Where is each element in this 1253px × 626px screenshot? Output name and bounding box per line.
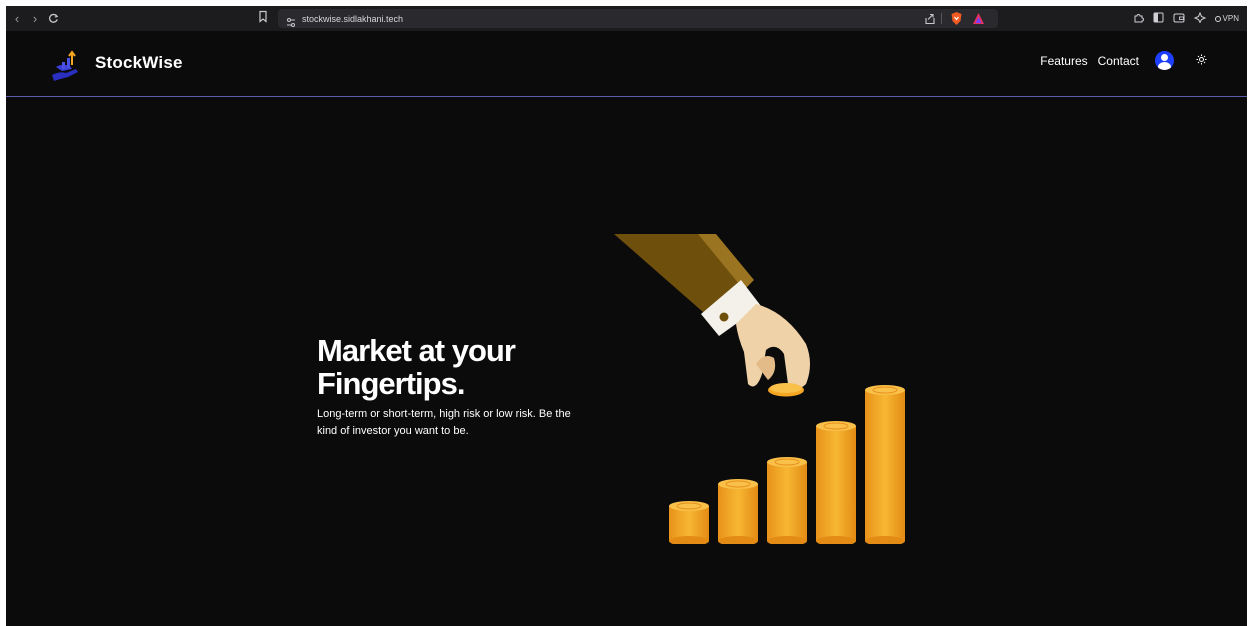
hero-title: Market at your Fingertips. [317,334,607,400]
coin-stack-4 [816,421,856,544]
vpn-label: VPN [1222,14,1239,23]
coin-stack-1 [669,501,709,544]
address-bar[interactable]: stockwise.sidlakhani.tech [278,9,998,28]
brave-shield-icon[interactable] [950,11,963,31]
hero-title-line1: Market at your [317,333,516,368]
forward-icon[interactable]: › [26,9,44,29]
nav-contact[interactable]: Contact [1098,54,1139,68]
site-header: StockWise Features Contact [6,31,1247,97]
site-settings-icon[interactable] [286,14,296,32]
share-icon[interactable] [924,12,936,30]
bookmark-icon[interactable] [258,10,268,28]
reload-icon[interactable] [44,9,62,29]
browser-toolbar: ‹ › stockwise.sidlakhani.tech VPN [6,6,1247,31]
toolbar-divider [941,13,942,24]
hero-title-line2: Fingertips. [317,366,465,401]
sun-icon[interactable] [1196,52,1207,70]
vpn-icon [1214,15,1221,22]
brave-rewards-icon[interactable] [972,12,985,30]
user-icon[interactable] [1155,51,1174,70]
wallet-icon[interactable] [1173,10,1185,28]
browser-window: ‹ › stockwise.sidlakhani.tech VPN StockW… [6,6,1247,626]
coins-hand-illustration [614,234,905,544]
hero-subtitle: Long-term or short-term, high risk or lo… [317,408,571,437]
browser-right-tools: VPN [1133,6,1239,31]
vpn-button[interactable]: VPN [1214,14,1239,23]
leo-icon[interactable] [1193,10,1206,28]
sidebar-icon[interactable] [1153,10,1164,28]
brand-name[interactable]: StockWise [95,53,183,73]
main-nav: Features Contact [1040,51,1207,70]
coin-stack-5 [865,385,905,544]
extensions-icon[interactable] [1133,10,1144,28]
nav-features[interactable]: Features [1040,54,1087,68]
coin-stack-2 [718,479,758,544]
coin-stack-3 [767,457,807,544]
url-text[interactable]: stockwise.sidlakhani.tech [302,14,403,24]
back-icon[interactable]: ‹ [8,9,26,29]
stockwise-logo-icon[interactable] [50,45,84,83]
